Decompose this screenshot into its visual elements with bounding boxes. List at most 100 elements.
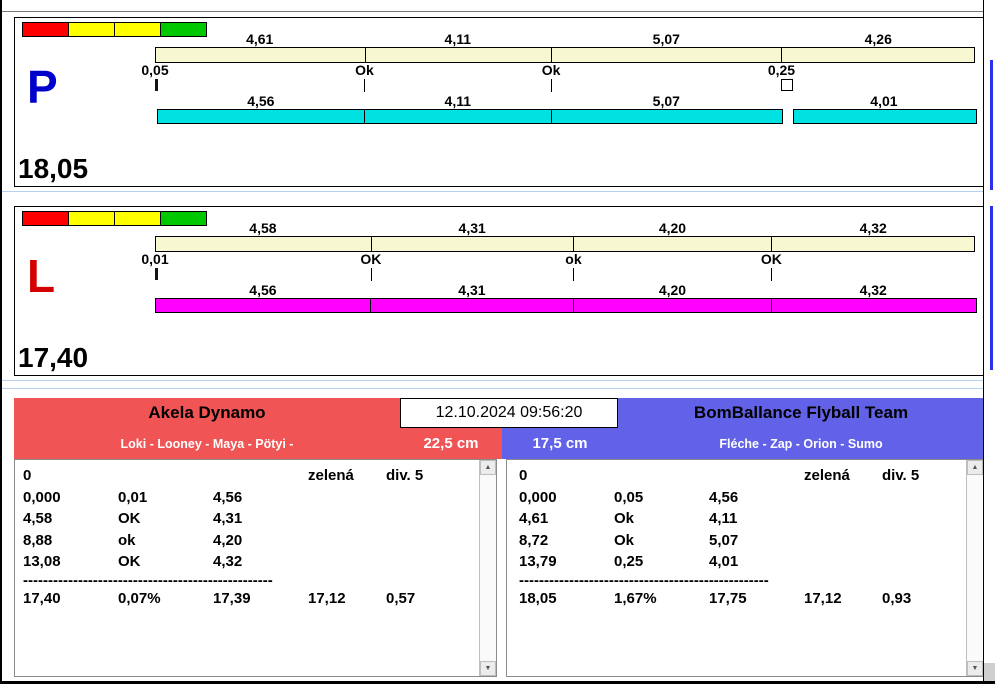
result-cell: 0,25 [614,553,644,570]
result-cell: 0 [519,467,528,484]
split-time: 4,31 [458,220,486,236]
lane-panel-l: L 17,40 4,58 4,31 4,20 4,32 0,01 OK ok OK 4,56 4,31… [14,206,984,376]
result-cell: 4,01 [709,553,739,570]
team-left-scrollbar[interactable]: ▲ ▼ [479,460,496,676]
changeover-label: OK [360,251,382,267]
result-cell: ok [118,531,136,549]
result-cell: 13,79 [519,553,557,570]
team-right-dogs: Fléche - Zap - Orion - Sumo [719,436,883,451]
background-window-sliver [984,0,995,684]
changeover-labels-row: 0,01 OK ok OK [141,251,975,267]
run-segment [157,109,367,124]
run-segment [364,109,554,124]
result-row: 13,08 OK 4,32 [23,551,480,573]
run-segment [551,109,784,124]
team-right-jump-height: 17,5 cm [532,435,588,452]
summary-cell: 17,40 [23,589,61,607]
split-times-row: 4,61 4,11 5,07 4,26 [155,32,975,47]
split-time: 4,61 [246,31,274,47]
race-timestamp: 12.10.2024 09:56:20 [400,398,618,428]
result-row: 4,61 Ok 4,11 [519,508,967,530]
team-left-header: Akela Dynamo [14,398,400,428]
results-tables: 0 zelená div. 5 0,000 0,01 4,56 4,58 OK 4,31 8,88… [14,459,984,677]
dog-time: 4,32 [859,282,887,298]
changeover-tick [771,268,773,281]
scroll-up-button[interactable]: ▲ [967,460,983,475]
result-cell: 0,05 [614,488,644,506]
result-cell [804,508,882,530]
dog-time: 5,07 [652,93,680,109]
changeover-tick [551,79,553,92]
scroll-up-button[interactable]: ▲ [480,460,496,475]
result-divider: ----------------------------------------… [519,572,769,588]
result-cell [386,508,480,530]
split-time: 4,20 [658,220,687,236]
summary-cell: 18,05 [519,589,557,607]
result-cell: 4,31 [213,510,243,527]
result-cell [308,508,386,530]
result-cell: 8,88 [23,531,53,549]
arrow-up-icon: ▲ [484,464,492,471]
result-cell [804,551,882,573]
dog-times-row: 4,56 4,31 4,20 4,32 [155,283,975,298]
scroll-down-button[interactable]: ▼ [967,661,983,676]
summary-cell: 0,07% [118,589,161,607]
summary-cell: 17,12 [804,589,842,607]
result-cell: OK [118,553,141,570]
changeover-label: 0,25 [767,62,796,78]
split-time: 4,26 [864,31,892,47]
result-row: 13,79 0,25 4,01 [519,551,967,573]
team-right-name: BomBallance Flyball Team [693,403,909,422]
changeover-labels-row: 0,05 Ok Ok 0,25 [141,62,975,78]
window-border-right [983,0,984,684]
team-left-dogs-cell: Loki - Looney - Maya - Pötyi - [14,428,400,459]
changeover-label: ok [565,251,582,267]
result-row: 8,88 ok 4,20 [23,530,480,552]
background-window-edge [990,206,993,370]
result-cell [386,487,480,509]
result-cell: 4,32 [213,553,243,570]
summary-row: 17,40 0,07% 17,39 17,12 0,57 [23,588,480,610]
result-cell: 0,000 [519,488,557,506]
team-right-scrollbar[interactable]: ▲ ▼ [966,460,983,676]
result-cell [882,530,967,552]
reference-bar [155,236,975,252]
summary-row: 18,05 1,67% 17,75 17,12 0,93 [519,588,967,610]
result-row: 8,72 Ok 5,07 [519,530,967,552]
reference-bar-divider [573,237,575,251]
main-content: P 18,05 4,61 4,11 5,07 4,26 0,05 Ok Ok 0,25 4,56 4,… [14,12,984,677]
changeover-gap-marker [155,268,158,280]
lane-panel-p: P 18,05 4,61 4,11 5,07 4,26 0,05 Ok Ok 0,25 4,56 4,… [14,17,984,187]
reference-bar [155,47,975,63]
result-cell: Ok [614,510,635,527]
summary-cell: 1,67% [614,589,657,607]
dog-time: 4,56 [249,282,277,298]
changeover-tick [370,268,372,281]
reference-bar-divider [551,48,553,62]
team-subheaders-row: Loki - Looney - Maya - Pötyi - 22,5 cm 1… [14,428,984,459]
status-light-3 [114,211,161,226]
result-cell: 4,56 [213,488,243,506]
window-border-left [0,0,2,684]
summary-cell: 17,39 [213,589,251,607]
team-left-results: 0 zelená div. 5 0,000 0,01 4,56 4,58 OK 4,31 8,88… [15,460,480,676]
result-cell [804,487,882,509]
team-left-dogs: Loki - Looney - Maya - Pötyi - [120,436,294,451]
result-cell: zelená [804,467,850,484]
result-divider: ----------------------------------------… [23,572,273,588]
changeover-label: Ok [541,62,561,78]
result-cell: 4,56 [709,488,739,506]
scroll-down-button[interactable]: ▼ [480,661,496,676]
changeover-label: 0,01 [141,251,169,267]
arrow-down-icon: ▼ [484,665,492,672]
run-segment [792,109,977,124]
changeover-tick [573,268,575,281]
split-time: 4,32 [859,220,887,236]
result-cell: 8,72 [519,531,549,549]
changeover-tick [364,79,366,92]
team-right-subheader: 17,5 cm Fléche - Zap - Orion - Sumo [502,428,984,459]
lane-total-time: 18,05 [18,153,89,184]
run-bar [155,298,977,314]
run-segment [573,298,774,313]
summary-cell: 0,57 [386,589,416,607]
